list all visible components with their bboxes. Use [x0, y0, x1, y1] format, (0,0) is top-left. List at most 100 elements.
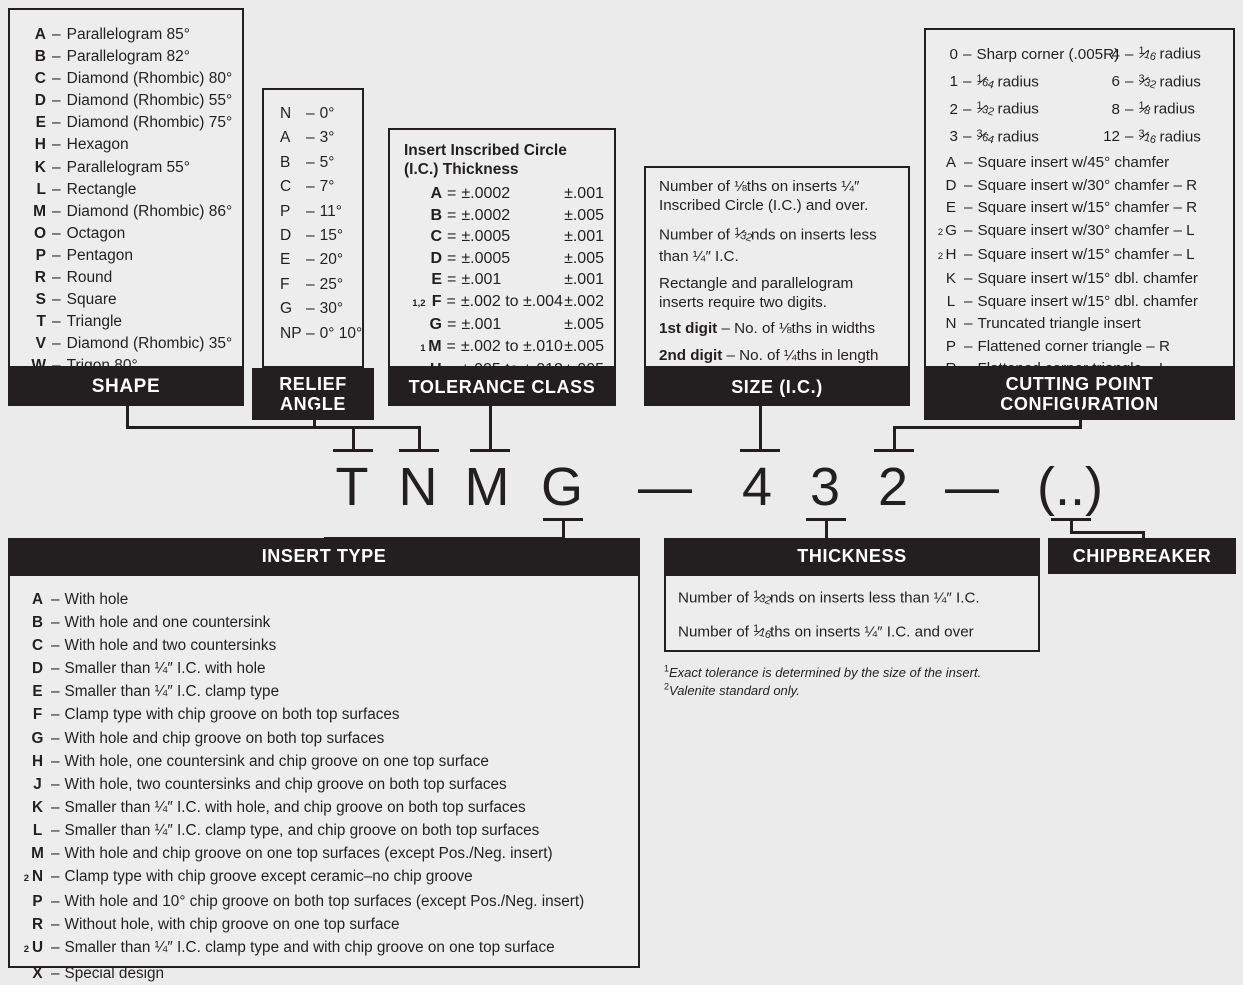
table-row: 1,2 F = ±.002 to ±.004 ±.002	[390, 291, 614, 315]
footnote: 1Exact tolerance is determined by the si…	[664, 664, 1094, 682]
insert-type-header-label: INSERT TYPE	[261, 545, 387, 566]
item-dash: –	[306, 105, 315, 122]
item-dash: –	[52, 26, 61, 43]
size-paragraph: Number of 1⁄32nds on inserts less than ¼…	[659, 225, 877, 266]
list-item: A – With hole	[10, 588, 638, 611]
relief-angle-list: N –0° A –3° B –5° C –7° P –11° D –15° E –20° F –25° G –30…	[264, 90, 362, 346]
item-equals: =	[447, 316, 457, 333]
item-ic-tolerance: ±.002 to ±.010	[460, 337, 563, 355]
item-dash: –	[1125, 100, 1134, 118]
item-text: 7°	[319, 178, 335, 196]
item-superscript: 2	[937, 226, 943, 238]
item-text: Diamond (Rhombic) 80°	[66, 70, 233, 88]
thickness-line-1: Number of 1⁄32nds on inserts less than ¼…	[678, 589, 980, 608]
item-key: L	[36, 180, 46, 198]
list-item: N – Truncated triangle insert	[926, 313, 1233, 335]
item-text: Square insert w/30° chamfer – L	[977, 221, 1195, 239]
item-key: M	[428, 337, 442, 355]
item-key: E	[32, 683, 43, 701]
item-key: C	[34, 70, 46, 88]
item-key: 8	[1111, 100, 1120, 118]
item-key: 1	[949, 73, 958, 91]
item-dash: –	[964, 337, 973, 355]
item-text: 0°	[319, 105, 335, 122]
item-superscript: 2	[937, 251, 943, 262]
item-equals: =	[446, 292, 456, 310]
item-equals: =	[447, 228, 457, 245]
size-header-label: SIZE (I.C.)	[731, 376, 823, 397]
item-dash: –	[52, 335, 61, 353]
list-item: G – With hole and chip groove on both top …	[10, 727, 638, 750]
connector-shape	[126, 406, 129, 428]
item-dash: –	[52, 136, 61, 154]
list-item: G –30°	[280, 297, 362, 321]
list-item: 2 N – Clamp type with chip groove except ce…	[10, 865, 638, 890]
list-item: P – Flattened corner triangle – R	[926, 336, 1233, 358]
item-key: 4	[1111, 45, 1120, 63]
list-item: A – Parallelogram 85°	[28, 24, 242, 46]
list-item: P –11°	[280, 200, 362, 224]
item-text: 3°	[319, 129, 335, 147]
item-key: T	[36, 313, 46, 331]
item-thickness-tolerance: ±.005	[564, 206, 604, 224]
table-row: G = ±.001 ±.005	[390, 314, 614, 336]
item-text: Clamp type with chip groove on both top …	[64, 706, 400, 724]
item-text: Octagon	[66, 224, 126, 242]
list-item: E –20°	[280, 248, 362, 272]
size-digit-1: 1st digit – No. of ⅛ths in widths	[659, 320, 876, 338]
footnote: 2Valenite standard only.	[664, 682, 1094, 700]
item-key: C	[280, 178, 292, 196]
item-dash: –	[306, 178, 315, 196]
connector-cap-2	[874, 449, 914, 452]
list-item: 2 G – Square insert w/30° chamfer – L	[926, 220, 1233, 244]
list-item: A – Square insert w/45° chamfer	[926, 152, 1233, 174]
item-key: K	[34, 158, 46, 176]
item-key: 0	[949, 45, 958, 63]
connector-tolerance	[489, 406, 492, 449]
item-dash: –	[52, 291, 61, 309]
tolerance-title-line2: (I.C.) Thickness	[404, 160, 519, 178]
item-dash: –	[52, 246, 61, 264]
list-item: H – Hexagon	[28, 134, 242, 156]
item-text: Without hole, with chip groove on one to…	[64, 916, 400, 934]
item-ic-tolerance: ±.0005	[461, 228, 511, 245]
item-equals: =	[447, 271, 457, 288]
list-item: K – Parallelogram 55°	[28, 157, 242, 179]
footnote-text: Exact tolerance is determined by the siz…	[669, 665, 982, 680]
item-key: N	[31, 868, 44, 886]
item-text: Clamp type with chip groove except ceram…	[64, 868, 473, 886]
item-ic-tolerance: ±.0005	[461, 249, 511, 267]
item-text: Diamond (Rhombic) 55°	[66, 92, 233, 110]
thickness-panel: Number of 1⁄32nds on inserts less than ¼…	[664, 574, 1040, 652]
thickness-line-2: Number of 1⁄16ths on inserts ¼″ I.C. and…	[678, 623, 974, 642]
item-text: With hole and two countersinks	[64, 637, 277, 655]
list-item: S – Square	[28, 289, 242, 311]
item-text: 1⁄32 radius	[976, 100, 1039, 119]
item-key: G	[280, 300, 293, 318]
item-key: O	[33, 224, 46, 242]
item-text: 11°	[319, 202, 342, 220]
item-text: Square	[66, 291, 117, 309]
item-key: P	[32, 893, 43, 911]
radius-entry-right: 8–1⁄8 radius	[1100, 95, 1195, 123]
item-key: K	[31, 798, 44, 816]
item-key: B	[34, 48, 46, 66]
footnote-text: Valenite standard only.	[669, 682, 800, 698]
chipbreaker-header-label: CHIPBREAKER	[1072, 545, 1212, 566]
item-key: N	[945, 315, 957, 333]
item-text: Square insert w/30° chamfer – R	[977, 176, 1198, 194]
item-text: 20°	[319, 251, 344, 269]
item-dash: –	[51, 591, 60, 608]
code-digit-4: 4	[741, 457, 773, 517]
connector-chipbreaker	[1070, 518, 1073, 532]
size-paragraph: Number of ⅛ths on inserts ¼″ Inscribed C…	[659, 178, 869, 215]
list-item: N –0°	[280, 102, 362, 126]
item-dash: –	[51, 752, 60, 770]
item-text: Smaller than ¼″ I.C. clamp type, and chi…	[64, 821, 540, 839]
thickness-body: Number of 1⁄32nds on inserts less than ¼…	[666, 576, 1038, 644]
list-item: V – Diamond (Rhombic) 35°	[28, 333, 242, 355]
item-equals: =	[447, 185, 457, 202]
tolerance-title-line1: Insert Inscribed Circle	[404, 142, 567, 159]
list-item: R – Round	[28, 267, 242, 289]
item-text: Sharp corner (.005R)	[976, 45, 1120, 63]
